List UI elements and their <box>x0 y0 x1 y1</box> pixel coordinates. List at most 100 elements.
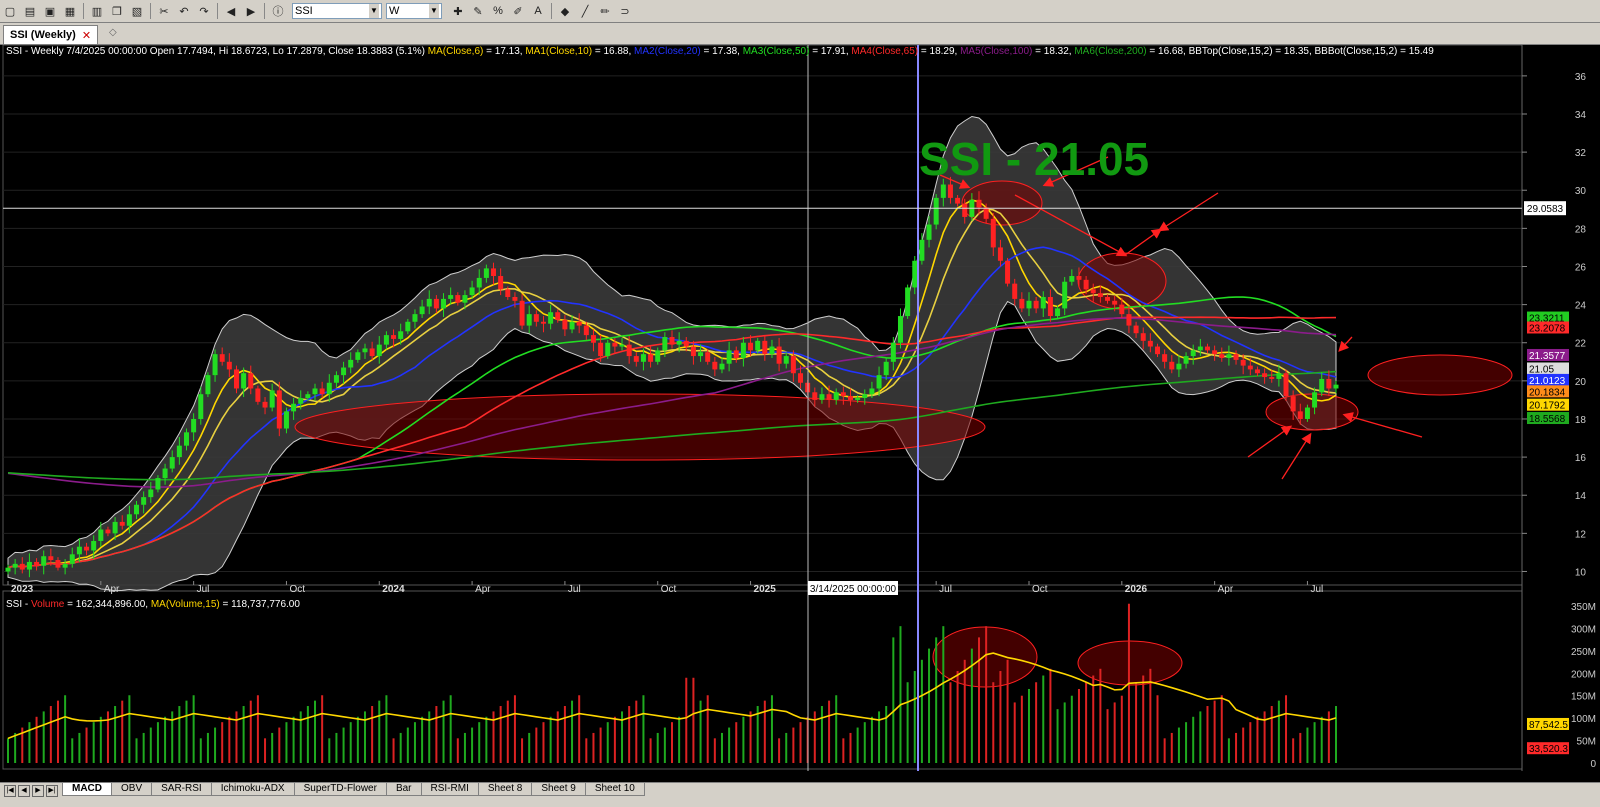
redo-icon[interactable]: ↷ <box>195 3 213 19</box>
candle-body <box>112 521 118 534</box>
candle-body <box>462 295 468 303</box>
last-sheet-icon[interactable]: ▶| <box>46 785 58 797</box>
volume-bar <box>499 706 502 763</box>
tab-label: SSI (Weekly) <box>10 29 76 41</box>
volume-bar <box>720 732 723 763</box>
candle-body <box>712 361 718 370</box>
sheet-tab[interactable]: Sheet 10 <box>584 783 645 796</box>
candle-body <box>819 394 825 400</box>
sheet-tab[interactable]: SAR-RSI <box>151 783 212 796</box>
sheet-tab[interactable]: OBV <box>111 783 153 796</box>
candle-body <box>1312 392 1318 408</box>
open-icon[interactable]: ▤ <box>21 3 39 19</box>
volume-bar <box>35 716 38 763</box>
volume-bar <box>1249 722 1252 763</box>
sheet-tab[interactable]: Ichimoku-ADX <box>210 783 295 796</box>
print-icon[interactable]: ▥ <box>88 3 106 19</box>
paste-icon[interactable]: ▧ <box>128 3 146 19</box>
time-tick-label: 2025 <box>754 584 777 595</box>
volume-tick-label: 50M <box>1577 737 1596 748</box>
prev-sheet-icon[interactable]: ◀ <box>18 785 30 797</box>
color-icon[interactable]: ◆ <box>556 3 574 19</box>
volume-bar <box>399 732 402 763</box>
save-icon[interactable]: ▣ <box>41 3 59 19</box>
candle-body <box>319 388 325 395</box>
candle-body <box>1119 304 1125 315</box>
candle-body <box>1269 377 1275 379</box>
volume-bar <box>513 695 516 763</box>
volume-bar <box>1320 716 1323 763</box>
add-tab-icon[interactable]: ◇ <box>109 27 117 38</box>
volume-bar <box>863 722 866 763</box>
candle-body <box>619 344 625 347</box>
sheet-tab[interactable]: Bar <box>385 783 422 796</box>
sheet-tab[interactable]: RSI-RMI <box>420 783 479 796</box>
annotation-arrow <box>1157 192 1219 232</box>
candle-body <box>226 361 232 370</box>
new-icon[interactable]: ▢ <box>1 3 19 19</box>
candle-body <box>598 342 604 357</box>
first-sheet-icon[interactable]: |◀ <box>4 785 16 797</box>
copy-icon[interactable]: ❐ <box>108 3 126 19</box>
candle-body <box>255 388 261 402</box>
volume-bar <box>656 732 659 763</box>
save-all-icon[interactable]: ▦ <box>61 3 79 19</box>
cut-icon[interactable]: ✂ <box>155 3 173 19</box>
time-tick-label: Oct <box>1032 584 1048 595</box>
candle-body <box>512 296 518 301</box>
chevron-down-icon[interactable]: ▼ <box>369 4 379 18</box>
sheet-tab[interactable]: Sheet 9 <box>531 783 586 796</box>
volume-bar <box>249 700 252 763</box>
candle-body <box>241 373 247 389</box>
candle-body <box>755 340 761 351</box>
period-select[interactable]: W ▼ <box>386 3 442 19</box>
candle-body <box>890 342 896 362</box>
close-icon[interactable]: ✕ <box>82 29 91 42</box>
candle-body <box>733 350 739 358</box>
undo-icon[interactable]: ↶ <box>175 3 193 19</box>
pen-icon[interactable]: ✐ <box>509 3 527 19</box>
volume-bar <box>121 700 124 763</box>
legend-name: MA2(Close,20) <box>634 46 701 57</box>
legend-value: = 18.32, <box>1032 46 1075 57</box>
sheet-tab[interactable]: SuperTD-Flower <box>293 783 387 796</box>
candle-body <box>533 314 539 322</box>
draw-icon[interactable]: ✎ <box>469 3 487 19</box>
tab-ssi-weekly[interactable]: SSI (Weekly) ✕ <box>3 25 99 44</box>
line-icon[interactable]: ╱ <box>576 3 594 19</box>
candle-body <box>1233 354 1239 360</box>
candle-body <box>1304 407 1310 419</box>
sheet-tab[interactable]: MACD <box>62 783 112 796</box>
back-icon[interactable]: ◀ <box>222 3 240 19</box>
sheet-tab[interactable]: Sheet 8 <box>477 783 533 796</box>
crosshair-icon[interactable]: ✚ <box>449 3 467 19</box>
chevron-down-icon[interactable]: ▼ <box>429 4 439 18</box>
volume-bar <box>1213 700 1216 763</box>
candle-body <box>1190 350 1196 357</box>
candle-body <box>790 356 796 374</box>
volume-bar <box>671 722 673 763</box>
info-icon[interactable]: ⓘ <box>269 3 287 19</box>
candle-body <box>705 352 711 362</box>
forward-icon[interactable]: ▶ <box>242 3 260 19</box>
volume-bar <box>763 700 766 763</box>
toolbar-separator <box>551 3 552 19</box>
candle-body <box>1212 350 1218 355</box>
candle-body <box>883 361 889 376</box>
toolbar-separator <box>217 3 218 19</box>
legend-value: = 18.35, <box>1272 46 1315 57</box>
volume-badge-label: 33,520.3 <box>1529 744 1568 755</box>
volume-bar <box>685 677 688 763</box>
brush-icon[interactable]: ✏ <box>596 3 614 19</box>
next-sheet-icon[interactable]: ▶ <box>32 785 44 797</box>
fib-icon[interactable]: % <box>489 3 507 19</box>
magnet-icon[interactable]: ⊃ <box>616 3 634 19</box>
candle-body <box>1126 314 1132 326</box>
candle-body <box>212 354 218 376</box>
candle-body <box>1262 373 1268 378</box>
stock-chart[interactable]: 36 34 32 30 28 26 24 22 20 18 16 14 12 10 350M 300M 250M… <box>0 45 1600 782</box>
symbol-select[interactable]: SSI ▼ <box>292 3 382 19</box>
candle-body <box>376 344 382 357</box>
text-icon[interactable]: A <box>529 3 547 19</box>
volume-bar <box>435 706 438 763</box>
